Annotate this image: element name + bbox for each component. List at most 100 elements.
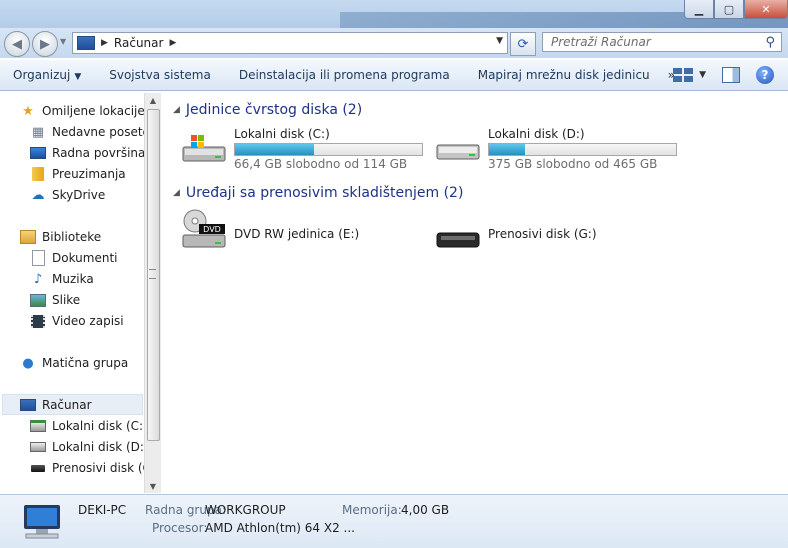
group-removable-label: Uređaji sa prenosivim skladištenjem (2) [185,185,464,201]
removable-drive-icon [30,460,46,476]
collapse-triangle-icon[interactable]: ◢ [173,188,180,198]
memory-value: 4,00 GB [401,503,450,517]
scroll-up-icon[interactable]: ▲ [145,93,161,107]
scroll-down-icon[interactable]: ▼ [145,479,161,493]
uninstall-program-button[interactable]: Deinstalacija ili promena programa [232,68,457,82]
back-button[interactable]: ◀ [4,31,30,57]
nav-music-label: Muzika [52,272,94,286]
recent-places-icon: ▦ [31,124,45,140]
organize-menu[interactable]: Organizuj ▼ [6,68,88,82]
help-icon[interactable]: ? [756,66,774,84]
content-pane: ◢ Jedinice čvrstog diska (2) Lokalni dis… [161,91,788,494]
nav-favorites-label: Omiljene lokacije [42,104,145,118]
memory-label: Memorija: [342,503,402,517]
nav-pictures[interactable]: Slike [30,290,80,310]
nav-recent-places[interactable]: ▦ Nedavne posete [30,122,150,142]
drive-d-name: Lokalni disk (D:) [488,127,585,141]
nav-videos-label: Video zapisi [52,314,124,328]
navigation-pane: ★ Omiljene lokacije ▦ Nedavne posete Rad… [0,91,160,494]
chevron-down-icon: ▼ [699,70,706,80]
nav-skydrive-label: SkyDrive [52,188,106,202]
maximize-icon: ▢ [723,2,735,16]
drive-d-free-space: 375 GB slobodno od 465 GB [488,157,658,171]
drive-c-name: Lokalni disk (C:) [234,127,330,141]
close-button[interactable]: ✕ [744,0,788,19]
search-placeholder: Pretraži Računar [551,35,651,49]
close-icon: ✕ [761,2,771,16]
nav-libraries[interactable]: Biblioteke [20,227,101,247]
nav-drive-g-label: Prenosivi disk (G: [52,461,156,475]
nav-homegroup-label: Matična grupa [42,356,129,370]
windows-drive-icon [30,418,46,434]
scroll-grip-icon [149,269,156,279]
view-controls: ▼ ? [673,66,774,84]
computer-name: DEKI-PC [78,503,127,517]
forward-button[interactable]: ▶ [32,31,58,57]
nav-skydrive[interactable]: ☁ SkyDrive [30,185,106,205]
library-icon [20,229,36,245]
nav-computer-label: Računar [42,398,92,412]
nav-downloads-label: Preuzimanja [52,167,126,181]
nav-scrollbar[interactable]: ▲ ▼ [144,93,161,493]
group-hard-drives-label: Jedinice čvrstog diska (2) [185,102,363,118]
details-pane: DEKI-PC Radna grupa: WORKGROUP Memorija:… [0,494,788,548]
nav-music[interactable]: ♪ Muzika [30,269,94,289]
collapse-triangle-icon[interactable]: ◢ [173,105,180,115]
nav-documents-label: Dokumenti [52,251,118,265]
group-removable-header[interactable]: ◢ Uređaji sa prenosivim skladištenjem (2… [173,182,463,204]
organize-label: Organizuj [13,68,71,82]
music-note-icon: ♪ [33,271,43,287]
drive-d-tile[interactable]: Lokalni disk (D:) 375 GB slobodno od 465… [435,127,685,171]
drive-c-tile[interactable]: Lokalni disk (C:) 66,4 GB slobodno od 11… [181,127,431,171]
minimize-icon: ▁ [694,2,704,16]
nav-pictures-label: Slike [52,293,81,307]
group-hard-drives-header[interactable]: ◢ Jedinice čvrstog diska (2) [173,99,362,121]
nav-drive-d-label: Lokalni disk (D:) [52,440,149,454]
breadcrumb-separator-icon[interactable]: ▶ [169,38,176,48]
minimize-button[interactable]: ▁ [684,0,714,19]
search-icon[interactable]: ⚲ [765,35,775,50]
workgroup-value: WORKGROUP [205,503,286,517]
nav-desktop[interactable]: Radna površina [30,143,145,163]
nav-recent-label: Nedavne posete [52,125,150,139]
refresh-button[interactable]: ⟳ [510,32,536,56]
drive-c-usage-fill [235,144,314,155]
forward-arrow-icon: ▶ [40,36,50,52]
map-network-drive-button[interactable]: Mapiraj mrežnu disk jedinicu [471,68,657,82]
nav-favorites[interactable]: ★ Omiljene lokacije [20,101,145,121]
nav-drive-d[interactable]: Lokalni disk (D:) [30,437,149,457]
command-toolbar: Organizuj ▼ Svojstva sistema Deinstalacij… [0,60,788,91]
film-strip-icon [30,313,46,329]
change-view-button[interactable]: ▼ [673,68,706,82]
nav-downloads[interactable]: Preuzimanja [30,164,126,184]
nav-documents[interactable]: Dokumenti [30,248,117,268]
address-dropdown-icon[interactable]: ▼ [496,36,503,46]
preview-pane-icon[interactable] [722,67,740,83]
refresh-icon: ⟳ [517,36,529,52]
hard-drive-icon [30,439,46,455]
address-bar[interactable]: ▶ Računar ▶ ▼ [72,32,508,54]
drive-g-tile[interactable]: Prenosivi disk (G:) [435,209,685,253]
drive-e-name: DVD RW jedinica (E:) [234,227,360,241]
nav-drive-c-label: Lokalni disk (C:) [52,419,148,433]
pictures-icon [30,292,46,308]
computer-icon [20,397,36,413]
nav-videos[interactable]: Video zapisi [30,311,124,331]
chevron-down-icon: ▼ [74,72,82,82]
dvd-badge-text: DVD [203,225,221,234]
system-properties-button[interactable]: Svojstva sistema [102,68,218,82]
window-controls: ▁ ▢ ✕ [684,0,788,19]
nav-homegroup[interactable]: ● Matična grupa [20,353,128,373]
removable-drive-icon [436,232,480,248]
search-input[interactable]: Pretraži Računar ⚲ [542,32,782,52]
windows-drive-icon [182,135,226,162]
drive-e-tile[interactable]: DVD DVD RW jedinica (E:) [181,209,431,253]
recent-pages-chevron-icon[interactable]: ▼ [60,37,66,46]
breadcrumb-separator-icon[interactable]: ▶ [101,38,108,48]
nav-computer[interactable]: Računar [20,395,92,415]
nav-drive-g[interactable]: Prenosivi disk (G: [30,458,156,478]
view-icon [673,68,694,82]
maximize-button[interactable]: ▢ [714,0,744,19]
nav-drive-c[interactable]: Lokalni disk (C:) [30,416,148,436]
breadcrumb-computer[interactable]: Računar [114,36,164,50]
